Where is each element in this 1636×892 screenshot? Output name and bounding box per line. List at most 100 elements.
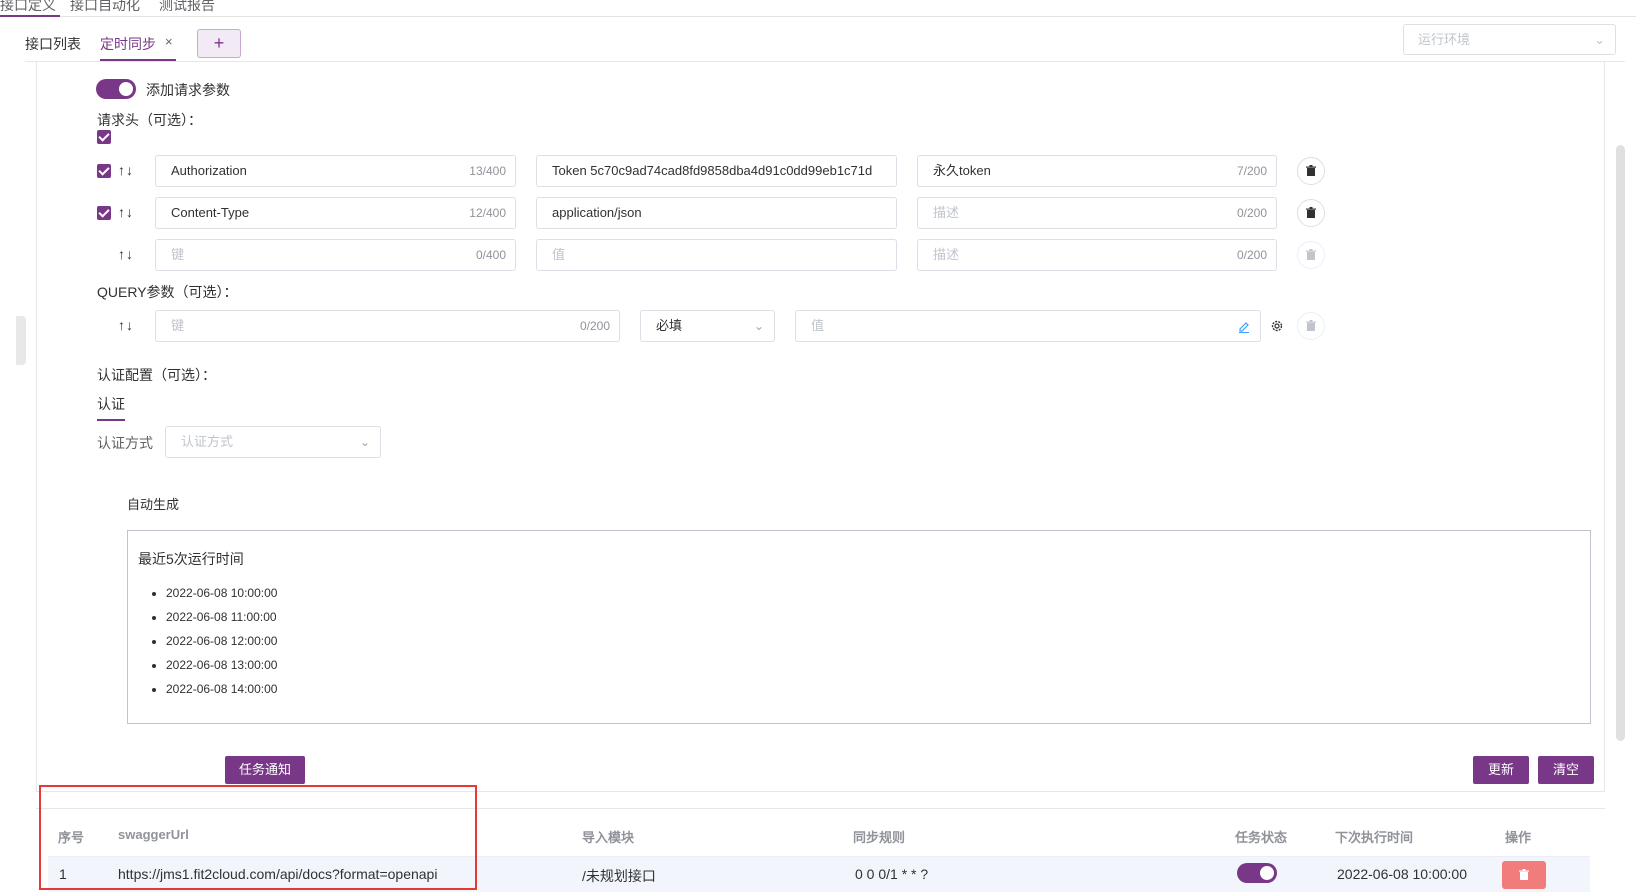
nav-item-api-definition[interactable]: 接口定义 <box>0 0 56 15</box>
query-title: QUERY参数（可选）： <box>97 284 238 300</box>
trash-icon <box>1306 207 1316 218</box>
nav-item-api-automation[interactable]: 接口自动化 <box>70 0 140 15</box>
add-params-switch[interactable] <box>96 79 136 99</box>
headers-title: 请求头（可选）： <box>97 112 202 128</box>
char-count: 0/400 <box>475 248 506 262</box>
header-key-placeholder: 键 <box>171 247 185 262</box>
top-nav: 接口定义 接口自动化 测试报告 <box>0 0 1636 17</box>
header-desc-placeholder: 描述 <box>933 205 960 220</box>
col-header-rule: 同步规则 <box>853 830 906 845</box>
tab-scheduled-sync[interactable]: 定时同步 <box>100 34 156 54</box>
clear-button[interactable]: 清空 <box>1538 756 1594 784</box>
header-key-input[interactable]: 键 0/400 <box>155 239 516 271</box>
add-params-label: 添加请求参数 <box>146 82 230 98</box>
char-count: 13/400 <box>469 164 506 178</box>
delete-query-button[interactable] <box>1297 312 1325 340</box>
delete-header-button[interactable] <box>1297 241 1325 269</box>
auth-title: 认证配置（可选）： <box>97 367 216 383</box>
header-value-text: application/json <box>552 205 642 220</box>
chevron-down-icon: ⌄ <box>753 319 764 333</box>
nav-item-test-report[interactable]: 测试报告 <box>159 0 215 15</box>
char-count: 7/200 <box>1236 164 1267 178</box>
col-header-module: 导入模块 <box>582 830 635 845</box>
tab-api-list[interactable]: 接口列表 <box>25 34 81 54</box>
collapse-handle[interactable] <box>16 316 26 365</box>
edit-icon <box>1239 322 1249 333</box>
tab-auth[interactable]: 认证 <box>97 394 125 414</box>
runtime-list: 2022-06-08 10:00:00 2022-06-08 11:00:00 … <box>166 581 277 701</box>
trash-icon <box>1519 869 1529 880</box>
auto-generate-link[interactable]: 自动生成 <box>127 494 179 513</box>
col-header-actions: 操作 <box>1505 830 1532 845</box>
delete-header-button[interactable] <box>1297 157 1325 185</box>
col-header-next-time: 下次执行时间 <box>1335 830 1414 845</box>
highlight-annotation-box <box>39 785 477 890</box>
delete-row-button[interactable] <box>1502 861 1546 889</box>
header-row-checkbox[interactable] <box>97 206 111 220</box>
header-desc-placeholder: 描述 <box>933 247 960 262</box>
switch-knob <box>1260 866 1274 880</box>
task-status-switch[interactable] <box>1237 863 1277 883</box>
runtime-preview-box: 最近5次运行时间 2022-06-08 10:00:00 2022-06-08 … <box>127 530 1591 724</box>
header-value-input[interactable]: Token 5c70c9ad74cad8fd9858dba4d91c0dd99e… <box>536 155 897 187</box>
cell-rule: 0 0 0/1 * * ? <box>855 866 929 882</box>
reorder-arrows-icon[interactable]: ↑↓ <box>118 317 134 333</box>
required-value: 必填 <box>656 318 683 333</box>
header-value-input[interactable]: application/json <box>536 197 897 229</box>
auth-method-placeholder: 认证方式 <box>181 434 234 449</box>
trash-icon <box>1306 249 1316 260</box>
runtime-title: 最近5次运行时间 <box>138 551 244 567</box>
auth-method-select[interactable]: 认证方式 ⌄ <box>165 426 381 458</box>
header-value-placeholder: 值 <box>552 247 566 262</box>
query-key-input[interactable]: 键 0/200 <box>155 310 620 342</box>
header-desc-input[interactable]: 描述 0/200 <box>917 197 1277 229</box>
char-count: 0/200 <box>579 319 610 333</box>
reorder-arrows-icon[interactable]: ↑↓ <box>118 162 134 178</box>
char-count: 0/200 <box>1236 206 1267 220</box>
query-required-select[interactable]: 必填 ⌄ <box>640 310 775 342</box>
auth-tab-indicator <box>97 419 125 421</box>
cell-next-time: 2022-06-08 10:00:00 <box>1337 866 1467 882</box>
auth-method-label: 认证方式 <box>97 435 153 451</box>
run-environment-select[interactable]: 运行环境 ⌄ <box>1403 24 1616 55</box>
header-key-input[interactable]: Authorization 13/400 <box>155 155 516 187</box>
query-value-input[interactable]: 值 <box>795 310 1261 342</box>
char-count: 12/400 <box>469 206 506 220</box>
chevron-down-icon: ⌄ <box>359 435 370 449</box>
header-value-input[interactable]: 值 <box>536 239 897 271</box>
chevron-down-icon: ⌄ <box>1594 32 1605 47</box>
header-value-text: Token 5c70c9ad74cad8fd9858dba4d91c0dd99e… <box>552 163 873 178</box>
reorder-arrows-icon[interactable]: ↑↓ <box>118 246 134 262</box>
col-header-status: 任务状态 <box>1235 830 1288 845</box>
headers-select-all-checkbox[interactable] <box>97 130 111 144</box>
header-key-value: Content-Type <box>171 205 250 220</box>
run-environment-placeholder: 运行环境 <box>1418 32 1471 47</box>
task-notify-button[interactable]: 任务通知 <box>225 756 305 784</box>
char-count: 0/200 <box>1236 248 1267 262</box>
header-desc-text: 永久token <box>933 163 991 178</box>
runtime-item: 2022-06-08 11:00:00 <box>166 605 277 629</box>
header-desc-input[interactable]: 描述 0/200 <box>917 239 1277 271</box>
switch-knob <box>119 82 133 96</box>
trash-icon <box>1306 320 1316 331</box>
runtime-item: 2022-06-08 12:00:00 <box>166 629 277 653</box>
query-key-placeholder: 键 <box>171 318 185 333</box>
trash-icon <box>1306 165 1316 176</box>
tab-close-icon[interactable]: × <box>165 34 173 49</box>
runtime-item: 2022-06-08 13:00:00 <box>166 653 277 677</box>
header-key-input[interactable]: Content-Type 12/400 <box>155 197 516 229</box>
header-row-checkbox[interactable] <box>97 164 111 178</box>
nav-active-indicator <box>0 15 60 17</box>
runtime-item: 2022-06-08 10:00:00 <box>166 581 277 605</box>
vertical-scrollbar[interactable] <box>1616 145 1625 741</box>
cell-module: /未规划接口 <box>582 868 656 884</box>
runtime-item: 2022-06-08 14:00:00 <box>166 677 277 701</box>
reorder-arrows-icon[interactable]: ↑↓ <box>118 204 134 220</box>
header-key-value: Authorization <box>171 163 247 178</box>
update-button[interactable]: 更新 <box>1473 756 1529 784</box>
header-desc-input[interactable]: 永久token 7/200 <box>917 155 1277 187</box>
add-tab-button[interactable]: + <box>197 29 241 58</box>
delete-header-button[interactable] <box>1297 199 1325 227</box>
settings-icon[interactable] <box>1270 319 1284 333</box>
query-value-placeholder: 值 <box>811 318 825 333</box>
